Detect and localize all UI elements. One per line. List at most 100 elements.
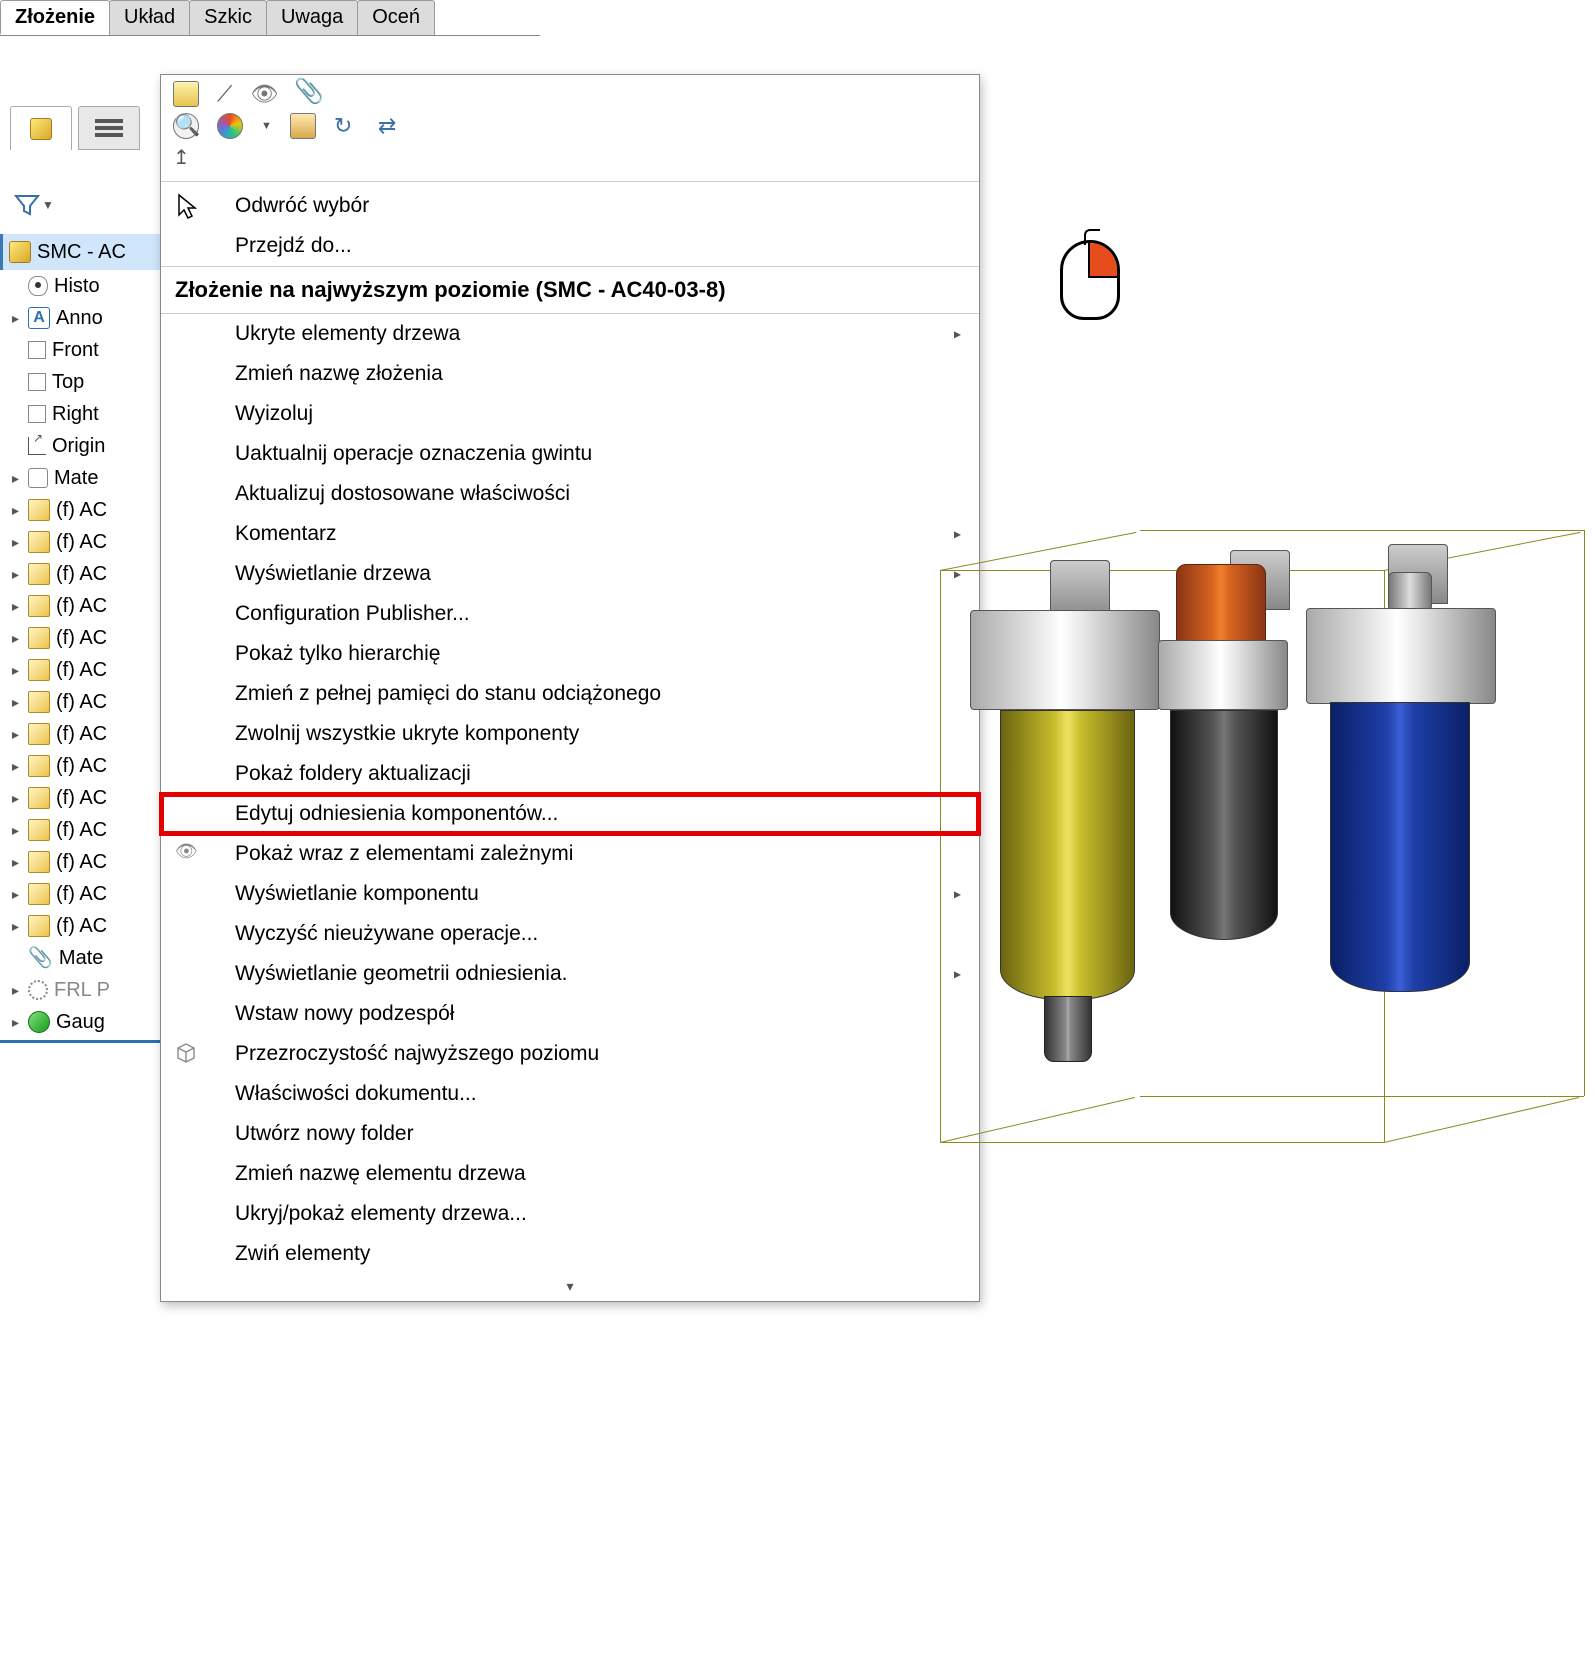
tree-item[interactable]: FRL P: [0, 974, 170, 1006]
ctx-component-display[interactable]: Wyświetlanie komponentu▸: [161, 874, 979, 914]
tree-item[interactable]: (f) AC: [0, 718, 170, 750]
ctx-hidden-tree-elements[interactable]: Ukryte elementy drzewa▸: [161, 314, 979, 354]
ctx-icon-toolbar-row1: ⟋ 👁 📎: [161, 75, 979, 113]
gauge-icon: [28, 1011, 50, 1033]
feature-panel-tabs: [10, 106, 140, 150]
tab-ocen[interactable]: Oceń: [357, 0, 435, 35]
tree-item[interactable]: Gaug: [0, 1006, 170, 1038]
model-lubricator-bowl: [1330, 702, 1470, 992]
ctx-show-update-folders[interactable]: Pokaż foldery aktualizacji: [161, 754, 979, 794]
tree-item[interactable]: AAnno: [0, 302, 170, 334]
ctx-tree-display[interactable]: Wyświetlanie drzewa▸: [161, 554, 979, 594]
tree-item[interactable]: (f) AC: [0, 526, 170, 558]
tree-item[interactable]: 📎Mate: [0, 942, 170, 974]
tab-zlozenie[interactable]: Złożenie: [0, 0, 110, 35]
tree-item[interactable]: (f) AC: [0, 654, 170, 686]
ctx-show-hierarchy-only[interactable]: Pokaż tylko hierarchię: [161, 634, 979, 674]
history-icon: [28, 276, 48, 296]
ctx-collapse-items[interactable]: Zwiń elementy: [161, 1234, 979, 1274]
zoom-icon[interactable]: 🔍: [173, 113, 199, 139]
model-lubricator-cap: [1388, 572, 1432, 612]
tree-item[interactable]: (f) AC: [0, 686, 170, 718]
part-icon: [28, 499, 50, 521]
tree-item[interactable]: (f) AC: [0, 558, 170, 590]
tree-item[interactable]: Histo: [0, 270, 170, 302]
ctx-expand-indicator[interactable]: ▾: [161, 1274, 979, 1301]
open-part-icon[interactable]: [173, 81, 199, 107]
tree-item[interactable]: Origin: [0, 430, 170, 462]
ctx-go-to[interactable]: Przejdź do...: [161, 226, 979, 266]
submenu-arrow-icon: ▸: [954, 326, 961, 343]
tab-uklad[interactable]: Układ: [109, 0, 190, 35]
ctx-ref-geometry-display[interactable]: Wyświetlanie geometrii odniesienia.▸: [161, 954, 979, 994]
assembly-icon: [30, 118, 52, 140]
replace-component-icon[interactable]: ⇄: [378, 113, 404, 139]
ctx-rename-tree-item[interactable]: Zmień nazwę elementu drzewa: [161, 1154, 979, 1194]
tab-szkic[interactable]: Szkic: [189, 0, 267, 35]
ctx-comment[interactable]: Komentarz▸: [161, 514, 979, 554]
tree-item[interactable]: Top: [0, 366, 170, 398]
part-icon: [28, 595, 50, 617]
tree-item[interactable]: (f) AC: [0, 878, 170, 910]
filter-icon[interactable]: [14, 192, 40, 218]
ctx-invert-selection[interactable]: Odwróć wybór: [161, 186, 979, 226]
ctx-purge-unused[interactable]: Wyczyść nieużywane operacje...: [161, 914, 979, 954]
ctx-insert-subassembly[interactable]: Wstaw nowy podzespół: [161, 994, 979, 1034]
dropdown-chevron-icon[interactable]: ▼: [42, 198, 54, 212]
attachment-icon[interactable]: 📎: [294, 81, 320, 107]
mouse-right-click-icon: [1060, 240, 1120, 320]
ctx-update-custom-props[interactable]: Aktualizuj dostosowane właściwości: [161, 474, 979, 514]
ctx-config-publisher[interactable]: Configuration Publisher...: [161, 594, 979, 634]
appearance-icon[interactable]: [217, 113, 243, 139]
panel-tab-feature-tree[interactable]: [10, 106, 72, 150]
graphics-viewport[interactable]: [1000, 270, 1580, 1250]
model-regulator-knob: [1176, 564, 1266, 644]
tree-item[interactable]: (f) AC: [0, 750, 170, 782]
ctx-top-transparency[interactable]: Przezroczystość najwyższego poziomu: [161, 1034, 979, 1074]
submenu-arrow-icon: ▸: [954, 886, 961, 903]
annotation-icon: A: [28, 307, 50, 329]
part-icon: [28, 755, 50, 777]
visibility-icon[interactable]: 👁: [250, 81, 276, 107]
tree-item[interactable]: (f) AC: [0, 846, 170, 878]
cursor-icon: [175, 193, 201, 219]
submenu-arrow-icon: ▸: [954, 526, 961, 543]
model-filter-bowl: [1000, 710, 1135, 1000]
ctx-new-folder[interactable]: Utwórz nowy folder: [161, 1114, 979, 1154]
tree-item[interactable]: (f) AC: [0, 910, 170, 942]
ctx-header: Złożenie na najwyższym poziomie (SMC - A…: [161, 266, 979, 314]
model-regulator-body: [1170, 710, 1278, 940]
tree-item[interactable]: (f) AC: [0, 494, 170, 526]
measure-icon[interactable]: ↥: [173, 145, 199, 171]
ctx-update-thread[interactable]: Uaktualnij operacje oznaczenia gwintu: [161, 434, 979, 474]
submenu-arrow-icon: ▸: [954, 566, 961, 583]
tree-item[interactable]: Front: [0, 334, 170, 366]
needle-icon[interactable]: ⟋: [217, 81, 232, 107]
ctx-set-lightweight[interactable]: Zmień z pełnej pamięci do stanu odciążon…: [161, 674, 979, 714]
tree-item[interactable]: (f) AC: [0, 782, 170, 814]
separator: [161, 181, 979, 182]
tree-root-label: SMC - AC: [37, 240, 126, 264]
tree-item[interactable]: Right: [0, 398, 170, 430]
ctx-rename-assembly[interactable]: Zmień nazwę złożenia: [161, 354, 979, 394]
tree-item[interactable]: (f) AC: [0, 590, 170, 622]
panel-tab-property[interactable]: [78, 106, 140, 150]
ctx-hide-show-tree-items[interactable]: Ukryj/pokaż elementy drzewa...: [161, 1194, 979, 1234]
tree-item[interactable]: Mate: [0, 462, 170, 494]
ctx-icon-toolbar-row3: ↥: [161, 145, 979, 177]
tree-item[interactable]: (f) AC: [0, 814, 170, 846]
part-icon: [28, 723, 50, 745]
rotate-component-icon[interactable]: ↻: [334, 113, 360, 139]
part-icon: [28, 851, 50, 873]
ctx-isolate[interactable]: Wyizoluj: [161, 394, 979, 434]
ctx-edit-component-references[interactable]: Edytuj odniesienia komponentów...: [161, 794, 979, 834]
model-regulator-head: [1158, 640, 1288, 710]
tab-uwaga[interactable]: Uwaga: [266, 0, 358, 35]
move-component-icon[interactable]: [290, 113, 316, 139]
tree-root[interactable]: SMC - AC: [0, 234, 170, 270]
part-icon: [28, 627, 50, 649]
tree-item[interactable]: (f) AC: [0, 622, 170, 654]
ctx-release-hidden[interactable]: Zwolnij wszystkie ukryte komponenty: [161, 714, 979, 754]
ctx-document-properties[interactable]: Właściwości dokumentu...: [161, 1074, 979, 1114]
ctx-show-with-dependents[interactable]: 👁 Pokaż wraz z elementami zależnymi: [161, 834, 979, 874]
